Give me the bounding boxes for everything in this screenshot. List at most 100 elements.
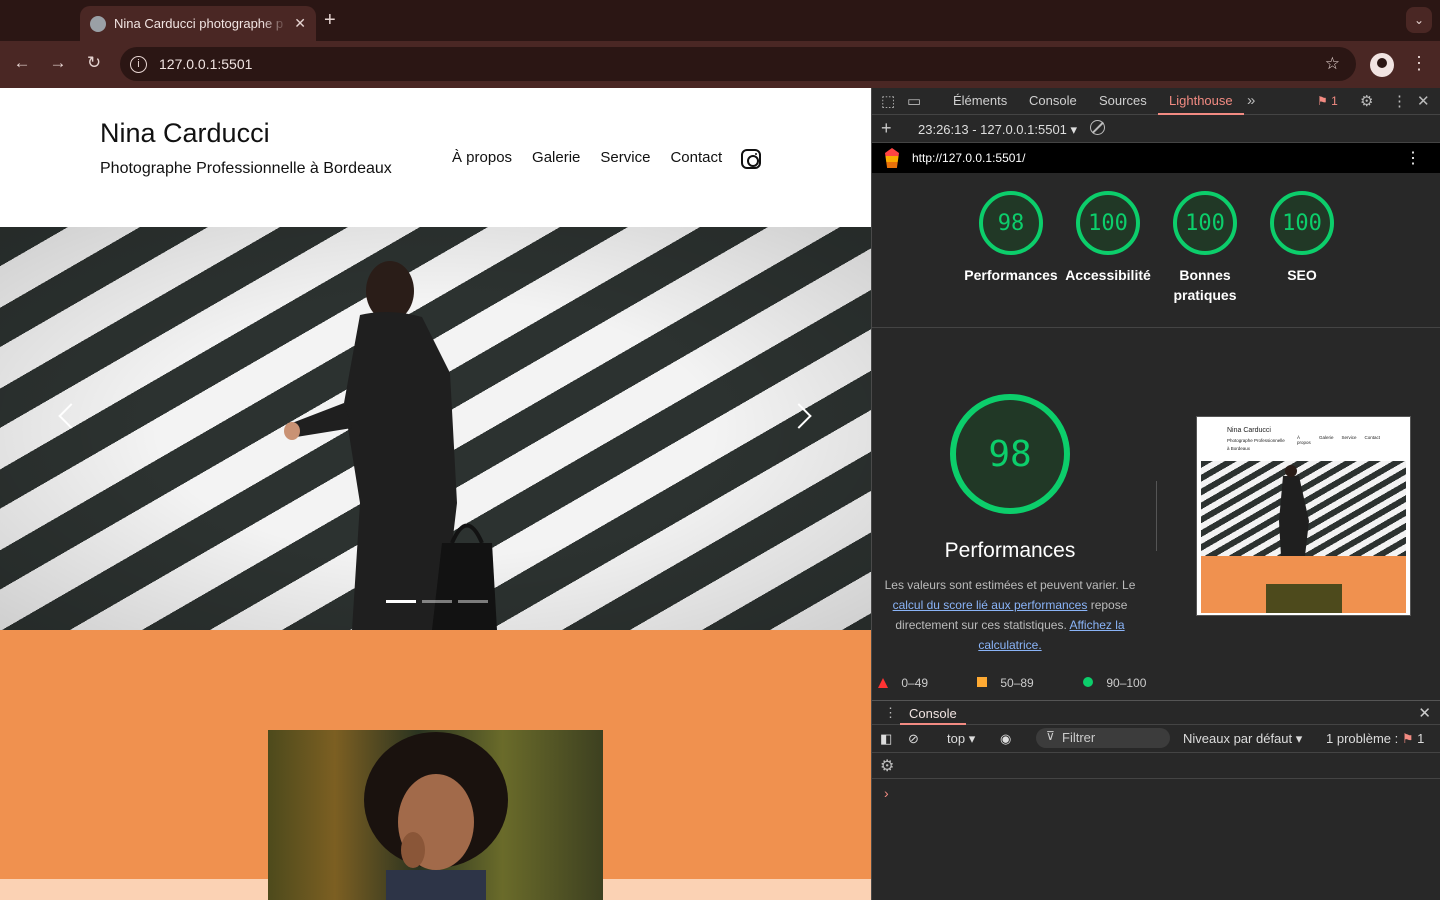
devtools-menu-icon[interactable]: ⋮ — [1392, 92, 1407, 110]
sidebar-toggle-icon[interactable]: ◧ — [880, 731, 892, 747]
browser-toolbar: ← → ↻ i 127.0.0.1:5501 ☆ ⋮ — [0, 41, 1440, 88]
thumb-nav-item: Contact — [1364, 435, 1381, 440]
instagram-icon[interactable] — [741, 149, 761, 169]
green-circle-icon — [1083, 677, 1093, 687]
legend-fail: 0–49 — [878, 676, 928, 690]
settings-gear-icon[interactable]: ⚙ — [1360, 92, 1373, 110]
gauge-ring: 100 — [1173, 191, 1237, 255]
bookmark-star-icon[interactable]: ☆ — [1325, 54, 1340, 74]
gauge-accessibility[interactable]: 100 Accessibilité — [1058, 191, 1158, 285]
profile-avatar-icon[interactable] — [1370, 53, 1394, 77]
drawer-tab-console[interactable]: Console — [909, 706, 957, 721]
gauge-ring: 100 — [1076, 191, 1140, 255]
thumb-hero — [1201, 461, 1406, 556]
lighthouse-toolbar: + 23:26:13 - 127.0.0.1:5501 ▾ — [872, 115, 1440, 143]
legend-average-label: 50–89 — [1000, 676, 1034, 690]
carousel-indicator[interactable] — [386, 600, 416, 603]
more-tabs-icon[interactable]: » — [1247, 92, 1255, 109]
page-screenshot-thumbnail[interactable]: Nina Carducci Photographe Professionnell… — [1196, 416, 1411, 616]
console-toolbar: ◧ ⊘ top ▾ ◉ Filtrer Niveaux par défaut ▾… — [872, 725, 1440, 753]
carousel-indicators — [386, 600, 488, 603]
divider — [872, 327, 1440, 328]
browser-menu-icon[interactable]: ⋮ — [1410, 53, 1428, 74]
close-devtools-icon[interactable]: ✕ — [1417, 92, 1430, 110]
gauge-seo[interactable]: 100 SEO — [1252, 191, 1352, 285]
thumb-nav-item: À propos — [1297, 435, 1311, 445]
report-url[interactable]: http://127.0.0.1:5501/ — [912, 151, 1025, 165]
site-title: Nina Carducci — [100, 118, 270, 148]
tab-lighthouse[interactable]: Lighthouse — [1169, 93, 1233, 108]
gauge-best-practices[interactable]: 100 Bonnes pratiques — [1155, 191, 1255, 305]
nav-link-a-propos[interactable]: À propos — [452, 149, 512, 166]
report-select[interactable]: 23:26:13 - 127.0.0.1:5501 ▾ — [918, 122, 1077, 138]
score-calc-link[interactable]: calcul du score lié aux performances — [893, 598, 1088, 612]
gauge-ring: 100 — [1270, 191, 1334, 255]
thumb-nav-item: Service — [1341, 435, 1357, 440]
portrait-photo — [364, 732, 508, 900]
thumb-orange — [1201, 556, 1406, 613]
thumb-header: Nina Carducci Photographe Professionnell… — [1201, 421, 1406, 461]
tab-sources[interactable]: Sources — [1099, 93, 1147, 108]
lighthouse-logo-icon — [885, 148, 899, 168]
gauge-label: Performances — [964, 267, 1058, 283]
address-bar[interactable]: i 127.0.0.1:5501 ☆ — [120, 47, 1356, 81]
score-description: Les valeurs sont estimées et peuvent var… — [880, 575, 1140, 655]
nav-link-contact[interactable]: Contact — [670, 149, 722, 166]
clear-reports-icon[interactable] — [1090, 120, 1105, 135]
device-toolbar-icon[interactable]: ▭ — [907, 92, 921, 110]
reload-icon[interactable]: ↻ — [82, 53, 106, 73]
forward-arrow-icon[interactable]: → — [46, 53, 70, 73]
close-tab-icon[interactable]: ✕ — [294, 15, 306, 32]
about-section — [0, 630, 871, 900]
site-info-icon[interactable]: i — [130, 55, 147, 73]
tab-elements[interactable]: Éléments — [953, 93, 1007, 108]
back-arrow-icon[interactable]: ← — [10, 53, 34, 73]
tab-console[interactable]: Console — [1029, 93, 1077, 108]
report-select-label: 23:26:13 - 127.0.0.1:5501 — [918, 122, 1067, 137]
console-settings-gear-icon[interactable]: ⚙ — [880, 756, 894, 776]
log-levels-select[interactable]: Niveaux par défaut ▾ — [1183, 731, 1302, 747]
drawer-menu-icon[interactable]: ⋮ — [884, 705, 897, 721]
browser-tab[interactable]: Nina Carducci photographe p ✕ — [80, 6, 316, 41]
thumb-subtitle: Photographe Professionnelle à Bordeaux — [1227, 438, 1285, 451]
site-subtitle: Photographe Professionnelle à Bordeaux — [100, 160, 392, 177]
gauge-label: Accessibilité — [1065, 267, 1151, 283]
businessman-image — [284, 261, 497, 630]
thumb-nav: À propos Galerie Service Contact — [1297, 435, 1380, 445]
carousel-indicator[interactable] — [458, 600, 488, 603]
page-viewport: Nina Carducci Photographe Professionnell… — [0, 88, 871, 900]
issue-flag-icon: ⚑ — [1401, 731, 1414, 746]
legend-pass: 90–100 — [1083, 676, 1146, 690]
console-prompt-chevron-icon[interactable]: › — [884, 785, 889, 801]
nav-link-service[interactable]: Service — [600, 149, 650, 166]
globe-icon — [90, 15, 106, 32]
context-select[interactable]: top ▾ — [947, 731, 975, 747]
thumb-nav-item: Galerie — [1319, 435, 1334, 440]
browser-tabstrip: Nina Carducci photographe p ✕ + ⌄ — [0, 0, 1440, 41]
console-filter-input[interactable]: Filtrer — [1036, 728, 1170, 748]
report-menu-icon[interactable]: ⋮ — [1405, 148, 1421, 168]
problems-button[interactable]: 1 problème : ⚑ 1 — [1326, 731, 1424, 747]
devtools-tabbar: ⬚ ▭ Éléments Console Sources Lighthouse … — [872, 88, 1440, 115]
nav-link-galerie[interactable]: Galerie — [532, 149, 580, 166]
score-legend: 0–49 50–89 90–100 — [872, 673, 1440, 695]
thumb-portrait — [1266, 584, 1342, 613]
gauge-ring: 98 — [979, 191, 1043, 255]
gauge-label: SEO — [1287, 267, 1317, 283]
issues-badge[interactable]: ⚑ 1 — [1317, 94, 1338, 108]
score-gauges: 98 Performances 100 Accessibilité 100 Bo… — [872, 191, 1440, 321]
gauge-performance[interactable]: 98 Performances — [961, 191, 1061, 285]
legend-average: 50–89 — [977, 676, 1034, 690]
levels-label: Niveaux par défaut — [1183, 731, 1293, 746]
new-report-plus-icon[interactable]: + — [881, 118, 892, 139]
thumb-person — [1279, 465, 1309, 556]
clear-console-icon[interactable]: ⊘ — [908, 731, 919, 747]
close-drawer-icon[interactable]: ✕ — [1418, 704, 1431, 722]
new-tab-icon[interactable]: + — [324, 9, 336, 32]
tab-search-chevron-down-icon[interactable]: ⌄ — [1406, 7, 1432, 33]
thumb-title: Nina Carducci — [1227, 427, 1271, 434]
live-expression-eye-icon[interactable]: ◉ — [1000, 731, 1011, 747]
carousel-indicator[interactable] — [422, 600, 452, 603]
inspect-element-icon[interactable]: ⬚ — [881, 92, 895, 110]
url-text: 127.0.0.1:5501 — [159, 56, 253, 72]
